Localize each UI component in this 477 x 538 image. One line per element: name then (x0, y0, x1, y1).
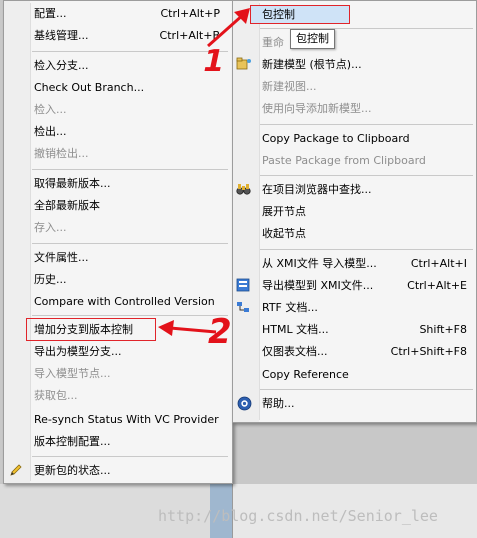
menu-item-undo-checkout[interactable]: 撤销检出... (4, 143, 232, 165)
menu-item-import-xmi[interactable]: 从 XMI文件 导入模型... Ctrl+Alt+I (232, 253, 477, 275)
rtf-doc-icon (236, 300, 252, 316)
menu-item-new-model[interactable]: 新建模型 (根节点)... (232, 54, 477, 76)
annotation-arrow-1 (207, 8, 250, 48)
menu-separator (32, 51, 228, 52)
pencil-icon (8, 463, 24, 479)
menu-item-label: Paste Package from Clipboard (262, 154, 426, 167)
menu-item-collapse-node[interactable]: 收起节点 (232, 223, 477, 245)
menu-item-wizard-add-model[interactable]: 使用向导添加新模型... (232, 98, 477, 120)
package-control-submenu: 配置... Ctrl+Alt+P 基线管理... Ctrl+Alt+B 检入分支… (3, 0, 233, 484)
menu-item-label: 重命 (262, 36, 284, 49)
menu-item-get-all-latest[interactable]: 全部最新版本 (4, 195, 232, 217)
menu-item-put[interactable]: 存入... (4, 217, 232, 239)
menu-item-checkin[interactable]: 检入... (4, 99, 232, 121)
menu-item-label: 使用向导添加新模型... (262, 102, 372, 115)
menu-item-label: 获取包... (34, 389, 78, 402)
menu-item-compare[interactable]: Compare with Controlled Version (4, 291, 232, 313)
menu-item-get-package[interactable]: 获取包... (4, 385, 232, 407)
menu-item-label: 帮助... (262, 397, 295, 410)
menu-separator (32, 169, 228, 170)
menu-separator (260, 124, 473, 125)
menu-item-label: 导入模型节点... (34, 367, 111, 380)
menu-item-label: 全部最新版本 (34, 199, 100, 212)
menu-item-label: RTF 文档... (262, 301, 318, 314)
menu-item-expand-node[interactable]: 展开节点 (232, 201, 477, 223)
menu-item-label: 文件属性... (34, 251, 89, 264)
menu-item-new-view[interactable]: 新建视图... (232, 76, 477, 98)
menu-item-label: 撤销检出... (34, 147, 89, 160)
menu-item-paste-package[interactable]: Paste Package from Clipboard (232, 150, 477, 172)
menu-item-checkout-branch[interactable]: Check Out Branch... (4, 77, 232, 99)
menu-item-vc-settings[interactable]: 版本控制配置... (4, 431, 232, 453)
menu-item-copy-package[interactable]: Copy Package to Clipboard (232, 128, 477, 150)
menu-item-label: 仅图表文档... (262, 345, 328, 358)
menu-item-rename[interactable]: 重命 (232, 32, 477, 54)
menu-item-shortcut: Ctrl+Alt+I (410, 257, 467, 270)
menu-item-export-xmi[interactable]: 导出模型到 XMI文件... Ctrl+Alt+E (232, 275, 477, 297)
menu-item-baseline[interactable]: 基线管理... Ctrl+Alt+B (4, 25, 232, 47)
menu-item-label: 存入... (34, 221, 67, 234)
export-xmi-icon (236, 278, 252, 294)
watermark: http://blog.csdn.net/Senior_lee (158, 507, 438, 525)
menu-separator (32, 456, 228, 457)
menu-item-package-control[interactable]: 包控制 (232, 4, 477, 26)
menu-item-rtf-doc[interactable]: RTF 文档... (232, 297, 477, 319)
menu-item-label: Copy Reference (262, 368, 349, 381)
menu-item-label: 在项目浏览器中查找... (262, 183, 372, 196)
menu-separator (260, 249, 473, 250)
menu-item-label: 检入分支... (34, 59, 89, 72)
binoculars-icon (236, 182, 252, 198)
annotation-number-2: 2 (208, 312, 232, 352)
menu-item-label: 展开节点 (262, 205, 306, 218)
help-icon (236, 396, 252, 412)
menu-item-history[interactable]: 历史... (4, 269, 232, 291)
menu-item-label: 检入... (34, 103, 67, 116)
menu-item-shortcut: Ctrl+Shift+F8 (390, 345, 467, 358)
menu-item-label: 收起节点 (262, 227, 306, 240)
menu-item-import-model-node[interactable]: 导入模型节点... (4, 363, 232, 385)
menu-item-get-latest[interactable]: 取得最新版本... (4, 173, 232, 195)
menu-item-configure[interactable]: 配置... Ctrl+Alt+P (4, 3, 232, 25)
menu-item-diagram-doc[interactable]: 仅图表文档... Ctrl+Shift+F8 (232, 341, 477, 363)
menu-item-label: Re-synch Status With VC Provider (34, 413, 219, 426)
new-model-icon (236, 57, 252, 73)
menu-item-label: 导出为模型分支... (34, 345, 122, 358)
menu-item-label: 从 XMI文件 导入模型... (262, 257, 377, 270)
menu-item-label: 包控制 (262, 8, 295, 21)
menu-separator (32, 243, 228, 244)
menu-item-label: 新建模型 (根节点)... (262, 58, 362, 71)
menu-item-label: Check Out Branch... (34, 81, 145, 94)
menu-item-resync-status[interactable]: Re-synch Status With VC Provider (4, 409, 232, 431)
menu-item-label: 配置... (34, 7, 67, 20)
menu-item-update-package-status[interactable]: 更新包的状态... (4, 460, 232, 482)
highlight-add-branch (26, 318, 156, 341)
menu-item-label: 检出... (34, 125, 67, 138)
menu-item-copy-reference[interactable]: Copy Reference (232, 364, 477, 386)
menu-item-html-doc[interactable]: HTML 文档... Shift+F8 (232, 319, 477, 341)
menu-item-label: 导出模型到 XMI文件... (262, 279, 374, 292)
context-menu-items: 包控制 重命 新建模型 (根节点)... 新建视图... 使用向导添加新模型..… (232, 0, 477, 423)
menu-separator (260, 389, 473, 390)
menu-item-file-properties[interactable]: 文件属性... (4, 247, 232, 269)
tooltip: 包控制 (290, 29, 335, 49)
menu-item-label: HTML 文档... (262, 323, 329, 336)
menu-item-checkout[interactable]: 检出... (4, 121, 232, 143)
menu-item-label: Compare with Controlled Version (34, 295, 215, 308)
menu-item-export-model-branch[interactable]: 导出为模型分支... (4, 341, 232, 363)
menu-item-label: 基线管理... (34, 29, 89, 42)
menu-item-label: 版本控制配置... (34, 435, 111, 448)
menu-item-label: 取得最新版本... (34, 177, 111, 190)
menu-separator (32, 315, 228, 316)
menu-item-help[interactable]: 帮助... (232, 393, 477, 415)
menu-item-label: 更新包的状态... (34, 464, 111, 477)
menu-item-label: 新建视图... (262, 80, 317, 93)
menu-separator (260, 175, 473, 176)
menu-item-shortcut: Ctrl+Alt+E (407, 279, 467, 292)
menu-item-checkin-branch[interactable]: 检入分支... (4, 55, 232, 77)
menu-item-label: Copy Package to Clipboard (262, 132, 410, 145)
menu-item-label: 历史... (34, 273, 67, 286)
menu-item-find-in-browser[interactable]: 在项目浏览器中查找... (232, 179, 477, 201)
menu-item-shortcut: Shift+F8 (419, 323, 467, 336)
